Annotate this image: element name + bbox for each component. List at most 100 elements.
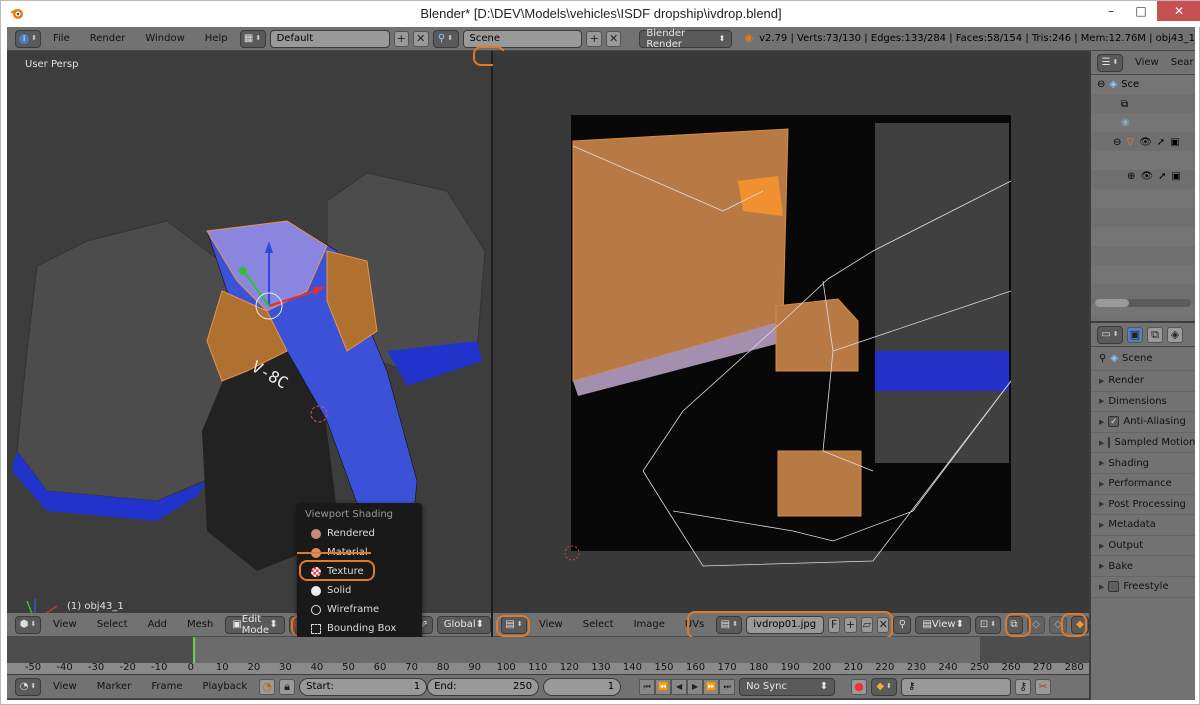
- lock-time-cursor-toggle[interactable]: 🔒︎: [279, 678, 296, 695]
- current-frame-field[interactable]: 1: [543, 677, 622, 696]
- edge-select-button[interactable]: ◇: [1048, 615, 1067, 634]
- layout-name-field[interactable]: Default: [269, 29, 390, 48]
- scene-tab[interactable]: ◈: [1167, 326, 1183, 343]
- outliner-menu-view[interactable]: View: [1127, 57, 1167, 68]
- panel-dimensions[interactable]: ▶ Dimensions: [1091, 392, 1195, 413]
- motion-blur-checkbox[interactable]: [1108, 437, 1111, 449]
- jump-to-start-button[interactable]: ⏮: [639, 678, 656, 695]
- outliner-camera-row[interactable]: ⊖ ▽ 👁 ➚ ▣: [1113, 137, 1180, 148]
- editor-type-3d-button[interactable]: ⬢ ⬍: [15, 615, 41, 634]
- pin-image-button[interactable]: ⚲: [893, 615, 912, 634]
- timeline-menu-marker[interactable]: Marker: [89, 681, 140, 692]
- editor-type-uv-button[interactable]: ▤ ⬍: [501, 615, 527, 634]
- keying-mode-select[interactable]: ◆ ⬍: [871, 677, 898, 696]
- timeline-menu-playback[interactable]: Playback: [194, 681, 255, 692]
- visibility-eye-icon[interactable]: 👁: [1139, 137, 1152, 148]
- outliner[interactable]: ☰ ⬍ View Sear ⊖ ◈ Sce ⧉ ◉ ⊖ ▽ 👁 ➚ ▣ ⊕ 👁 ➚ ▣: [1091, 51, 1195, 321]
- scene-name-field[interactable]: Scene: [462, 29, 583, 48]
- open-image-button[interactable]: ▱: [860, 616, 874, 633]
- jump-prev-keyframe-button[interactable]: ⏪: [655, 678, 672, 695]
- render-layers-icon[interactable]: ⧉: [1121, 99, 1128, 110]
- add-layout-button[interactable]: +: [393, 30, 410, 47]
- image-name-field[interactable]: ivdrop01.jpg: [746, 615, 824, 634]
- panel-metadata[interactable]: ▶ Metadata: [1091, 515, 1195, 536]
- jump-next-keyframe-button[interactable]: ⏩: [703, 678, 720, 695]
- visibility-eye-icon[interactable]: 👁: [1140, 171, 1153, 182]
- menu-view[interactable]: View: [45, 619, 85, 630]
- delete-keyframe-button[interactable]: ✂: [1035, 678, 1052, 695]
- start-frame-field[interactable]: Start: 1: [299, 677, 428, 696]
- shading-wireframe-item[interactable]: Wireframe: [297, 600, 422, 619]
- editor-type-timeline-button[interactable]: ◔ ⬍: [15, 677, 41, 696]
- panel-render[interactable]: ▶ Render: [1091, 371, 1195, 392]
- unlink-image-button[interactable]: ✕: [877, 616, 890, 633]
- sync-selection-toggle[interactable]: ⧉: [1004, 615, 1023, 634]
- play-button[interactable]: ▶: [687, 678, 704, 695]
- sync-mode-select[interactable]: No Sync ⬍: [739, 677, 836, 696]
- menu-window[interactable]: Window: [137, 33, 192, 44]
- panel-sampled-motion-blur[interactable]: ▶ Sampled Motion Blur: [1091, 433, 1195, 454]
- shading-bounding-box-item[interactable]: Bounding Box: [297, 619, 422, 638]
- outliner-scene-row[interactable]: ⊖ ◈ Sce: [1097, 79, 1139, 90]
- auto-keying-toggle[interactable]: ●: [851, 678, 868, 695]
- uv-menu-uvs[interactable]: UVs: [677, 619, 712, 630]
- insert-keyframe-button[interactable]: ⚷: [1015, 678, 1032, 695]
- interaction-mode-select[interactable]: ▣ Edit Mode ⬍: [225, 614, 285, 636]
- timeline-menu-frame[interactable]: Frame: [143, 681, 190, 692]
- render-camera-icon[interactable]: ▣: [1170, 137, 1179, 148]
- render-camera-icon[interactable]: ▣: [1171, 171, 1180, 182]
- uv-texture-canvas[interactable]: [493, 51, 1089, 613]
- menu-select[interactable]: Select: [89, 619, 136, 630]
- menu-file[interactable]: File: [45, 33, 78, 44]
- outliner-menu-search[interactable]: Sear: [1171, 57, 1194, 68]
- outliner-horizontal-scrollbar[interactable]: [1095, 299, 1191, 307]
- timeline-ruler[interactable]: [7, 663, 1089, 674]
- selectable-cursor-icon[interactable]: ➚: [1158, 171, 1166, 182]
- end-frame-field[interactable]: End: 250: [427, 677, 540, 696]
- uv-pivot-button[interactable]: ⊡ ⬍: [974, 615, 1001, 634]
- shading-solid-item[interactable]: Solid: [297, 581, 422, 600]
- shading-material-item[interactable]: Material: [297, 543, 422, 562]
- menu-add[interactable]: Add: [140, 619, 175, 630]
- play-reverse-button[interactable]: ◀: [671, 678, 688, 695]
- timeline-menu-view[interactable]: View: [45, 681, 85, 692]
- freestyle-checkbox[interactable]: [1108, 581, 1120, 593]
- minimize-button[interactable]: –: [1096, 1, 1126, 21]
- world-icon[interactable]: ◉: [1121, 117, 1130, 128]
- render-engine-select[interactable]: Blender Render ⬍: [639, 28, 733, 50]
- add-scene-button[interactable]: +: [586, 30, 602, 47]
- image-browse-button[interactable]: ▤ ⬍: [716, 615, 743, 634]
- panel-performance[interactable]: ▶ Performance: [1091, 474, 1195, 495]
- new-image-button[interactable]: +: [844, 616, 857, 633]
- close-button[interactable]: ✕: [1157, 1, 1200, 21]
- menu-mesh[interactable]: Mesh: [179, 619, 221, 630]
- editor-type-properties-button[interactable]: ▭ ⬍: [1097, 325, 1123, 344]
- uv-image-editor[interactable]: [493, 51, 1089, 613]
- panel-post-processing[interactable]: ▶ Post Processing: [1091, 495, 1195, 516]
- vertex-select-button[interactable]: ◇: [1026, 615, 1045, 634]
- fake-user-toggle[interactable]: F: [827, 616, 841, 633]
- preview-range-toggle[interactable]: ◔: [259, 678, 276, 695]
- transform-orientation-select[interactable]: Global ⬍: [436, 615, 491, 634]
- shading-rendered-item[interactable]: Rendered: [297, 524, 422, 543]
- panel-anti-aliasing[interactable]: ▶ ✓ Anti-Aliasing: [1091, 412, 1195, 433]
- delete-layout-button[interactable]: ✕: [413, 30, 429, 47]
- panel-shading[interactable]: ▶ Shading: [1091, 453, 1195, 474]
- editor-type-outliner-button[interactable]: ☰ ⬍: [1097, 53, 1123, 72]
- face-select-button[interactable]: ◆: [1070, 615, 1089, 634]
- render-context-tab[interactable]: ▣: [1127, 326, 1143, 343]
- scene-selector-button[interactable]: ⚲ ⬍: [432, 29, 459, 48]
- panel-bake[interactable]: ▶ Bake: [1091, 556, 1195, 577]
- uv-menu-view[interactable]: View: [531, 619, 571, 630]
- maximize-button[interactable]: □: [1126, 1, 1156, 21]
- editor-type-info-button[interactable]: i ⬍: [15, 29, 41, 48]
- menu-render[interactable]: Render: [82, 33, 134, 44]
- shading-texture-item[interactable]: Texture: [297, 560, 422, 581]
- panel-freestyle[interactable]: ▶ Freestyle: [1091, 577, 1195, 598]
- delete-scene-button[interactable]: ✕: [605, 30, 622, 47]
- panel-output[interactable]: ▶ Output: [1091, 536, 1195, 557]
- uv-menu-select[interactable]: Select: [575, 619, 622, 630]
- pin-icon[interactable]: ⚲: [1099, 353, 1106, 364]
- current-frame-cursor[interactable]: [193, 637, 195, 663]
- scrollbar-thumb[interactable]: [1095, 299, 1129, 307]
